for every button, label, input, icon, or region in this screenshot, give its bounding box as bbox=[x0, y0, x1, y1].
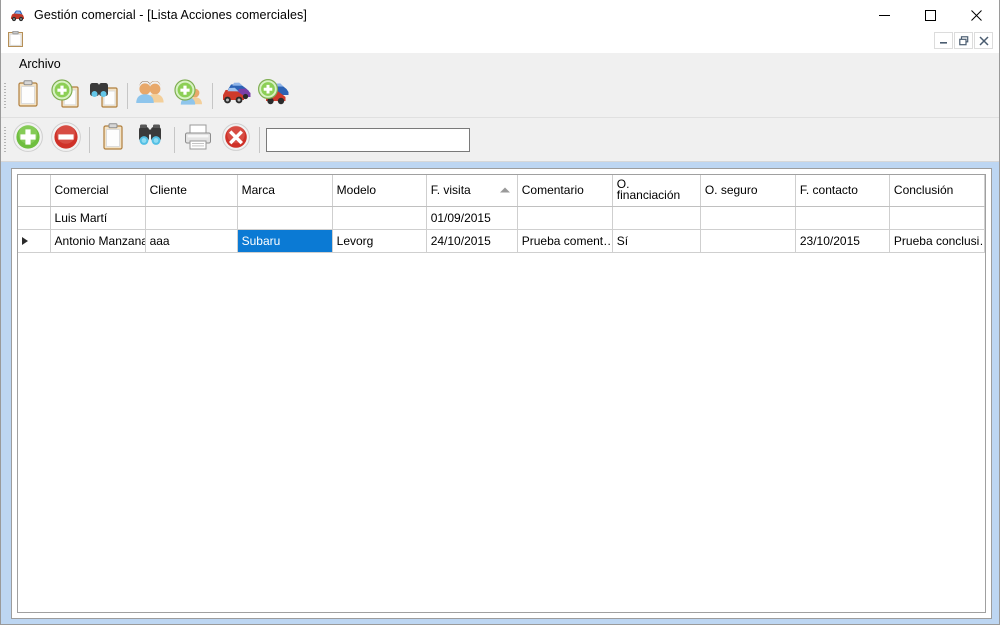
mdi-restore-button[interactable] bbox=[954, 32, 973, 49]
grid-header-row: Comercial Cliente Marca Modelo F. visita… bbox=[18, 175, 985, 207]
delete-record-button[interactable] bbox=[47, 121, 85, 159]
grid-header-f-visita[interactable]: F. visita bbox=[426, 175, 518, 207]
cell-comercial[interactable]: Antonio Manzana bbox=[50, 229, 146, 253]
current-row-marker-icon bbox=[22, 237, 28, 246]
search-record-button[interactable] bbox=[132, 121, 170, 159]
grid-header-f-contacto[interactable]: F. contacto bbox=[795, 175, 890, 207]
mdi-document-strip bbox=[1, 30, 999, 53]
add-record-button[interactable] bbox=[9, 121, 47, 159]
toolbar-grip[interactable] bbox=[1, 118, 9, 161]
menu-item-archivo[interactable]: Archivo bbox=[13, 55, 67, 73]
cell-conclusion[interactable] bbox=[889, 206, 985, 230]
toolbar-clipboard-button[interactable] bbox=[9, 77, 47, 115]
window-controls bbox=[861, 0, 999, 30]
sort-ascending-icon bbox=[499, 187, 510, 193]
cell-o-financiacion[interactable] bbox=[612, 206, 701, 230]
toolbar-separator bbox=[212, 83, 213, 109]
cell-o-financiacion[interactable]: Sí bbox=[612, 229, 701, 253]
row-indicator-cell[interactable] bbox=[18, 229, 51, 253]
grid-header-comentario[interactable]: Comentario bbox=[517, 175, 613, 207]
grid-header-indicator bbox=[18, 175, 51, 207]
cell-cliente[interactable] bbox=[145, 206, 238, 230]
mdi-child-controls bbox=[934, 32, 993, 49]
cell-marca[interactable]: Subaru bbox=[237, 229, 333, 253]
grid-header-cliente[interactable]: Cliente bbox=[145, 175, 238, 207]
print-button[interactable] bbox=[179, 121, 217, 159]
actions-toolbar bbox=[1, 118, 999, 162]
car-add-icon bbox=[258, 78, 290, 114]
toolbar-separator bbox=[259, 126, 260, 153]
grid-header-o-financiacion[interactable]: O. financiación bbox=[612, 175, 701, 207]
title-bar: Gestión comercial - [Lista Acciones come… bbox=[1, 0, 999, 30]
toolbar-clients-button[interactable] bbox=[132, 77, 170, 115]
table-row[interactable]: Luis Martí 01/09/2015 bbox=[18, 206, 985, 230]
cell-comentario[interactable]: Prueba coment… bbox=[517, 229, 613, 253]
people-icon bbox=[135, 79, 167, 114]
clipboard-icon bbox=[13, 79, 43, 114]
search-input[interactable] bbox=[266, 127, 470, 152]
grid-header-o-seguro[interactable]: O. seguro bbox=[700, 175, 796, 207]
grid-body: Luis Martí 01/09/2015 Antonio Manzana aa… bbox=[18, 206, 985, 253]
toolbar-new-action-button[interactable] bbox=[47, 77, 85, 115]
cell-modelo[interactable]: Levorg bbox=[332, 229, 427, 253]
detail-record-button[interactable] bbox=[94, 121, 132, 159]
cell-f-visita[interactable]: 24/10/2015 bbox=[426, 229, 518, 253]
car-icon bbox=[9, 7, 26, 24]
cell-modelo[interactable] bbox=[332, 206, 427, 230]
window-minimize-button[interactable] bbox=[861, 0, 907, 30]
cell-comercial[interactable]: Luis Martí bbox=[50, 206, 146, 230]
mdi-close-button[interactable] bbox=[974, 32, 993, 49]
toolbar-new-client-button[interactable] bbox=[170, 77, 208, 115]
application-window: Gestión comercial - [Lista Acciones come… bbox=[0, 0, 1000, 625]
toolbar-new-vehicle-button[interactable] bbox=[255, 77, 293, 115]
toolbar-separator bbox=[127, 83, 128, 109]
clipboard-add-icon bbox=[50, 78, 82, 114]
window-close-button[interactable] bbox=[953, 0, 999, 30]
data-grid: Comercial Cliente Marca Modelo F. visita… bbox=[18, 175, 985, 253]
row-indicator-cell[interactable] bbox=[18, 206, 51, 230]
main-toolbar bbox=[1, 75, 999, 118]
printer-icon bbox=[183, 123, 213, 156]
remove-circle-icon bbox=[50, 121, 82, 158]
grid-header-modelo[interactable]: Modelo bbox=[332, 175, 427, 207]
people-add-icon bbox=[173, 78, 205, 114]
cell-f-contacto[interactable]: 23/10/2015 bbox=[795, 229, 890, 253]
cell-f-contacto[interactable] bbox=[795, 206, 890, 230]
table-row[interactable]: Antonio Manzana aaa Subaru Levorg 24/10/… bbox=[18, 229, 985, 253]
cell-comentario[interactable] bbox=[517, 206, 613, 230]
grid-header-conclusion[interactable]: Conclusión bbox=[889, 175, 985, 207]
clipboard-search-icon bbox=[88, 79, 120, 114]
cancel-button[interactable] bbox=[217, 121, 255, 159]
toolbar-separator bbox=[174, 126, 175, 153]
clipboard-icon bbox=[8, 30, 23, 52]
cell-o-seguro[interactable] bbox=[700, 229, 796, 253]
cell-cliente[interactable]: aaa bbox=[145, 229, 238, 253]
cancel-circle-icon bbox=[221, 122, 251, 157]
window-maximize-button[interactable] bbox=[907, 0, 953, 30]
toolbar-grip[interactable] bbox=[1, 75, 9, 117]
clipboard-icon bbox=[99, 122, 127, 157]
cars-icon bbox=[220, 79, 252, 114]
data-grid-container: Comercial Cliente Marca Modelo F. visita… bbox=[17, 174, 986, 613]
grid-header-comercial[interactable]: Comercial bbox=[50, 175, 146, 207]
child-window: Comercial Cliente Marca Modelo F. visita… bbox=[11, 168, 992, 619]
cell-f-visita[interactable]: 01/09/2015 bbox=[426, 206, 518, 230]
mdi-minimize-button[interactable] bbox=[934, 32, 953, 49]
cell-o-seguro[interactable] bbox=[700, 206, 796, 230]
cell-conclusion[interactable]: Prueba conclusi… bbox=[889, 229, 985, 253]
cell-marca[interactable] bbox=[237, 206, 333, 230]
toolbar-vehicles-button[interactable] bbox=[217, 77, 255, 115]
window-title: Gestión comercial - [Lista Acciones come… bbox=[34, 8, 307, 22]
add-circle-icon bbox=[12, 121, 44, 158]
toolbar-separator bbox=[89, 126, 90, 153]
mdi-client-area: Comercial Cliente Marca Modelo F. visita… bbox=[1, 162, 999, 624]
menu-bar: Archivo bbox=[1, 53, 999, 75]
binoculars-icon bbox=[136, 123, 166, 156]
grid-header-marca[interactable]: Marca bbox=[237, 175, 333, 207]
toolbar-search-action-button[interactable] bbox=[85, 77, 123, 115]
